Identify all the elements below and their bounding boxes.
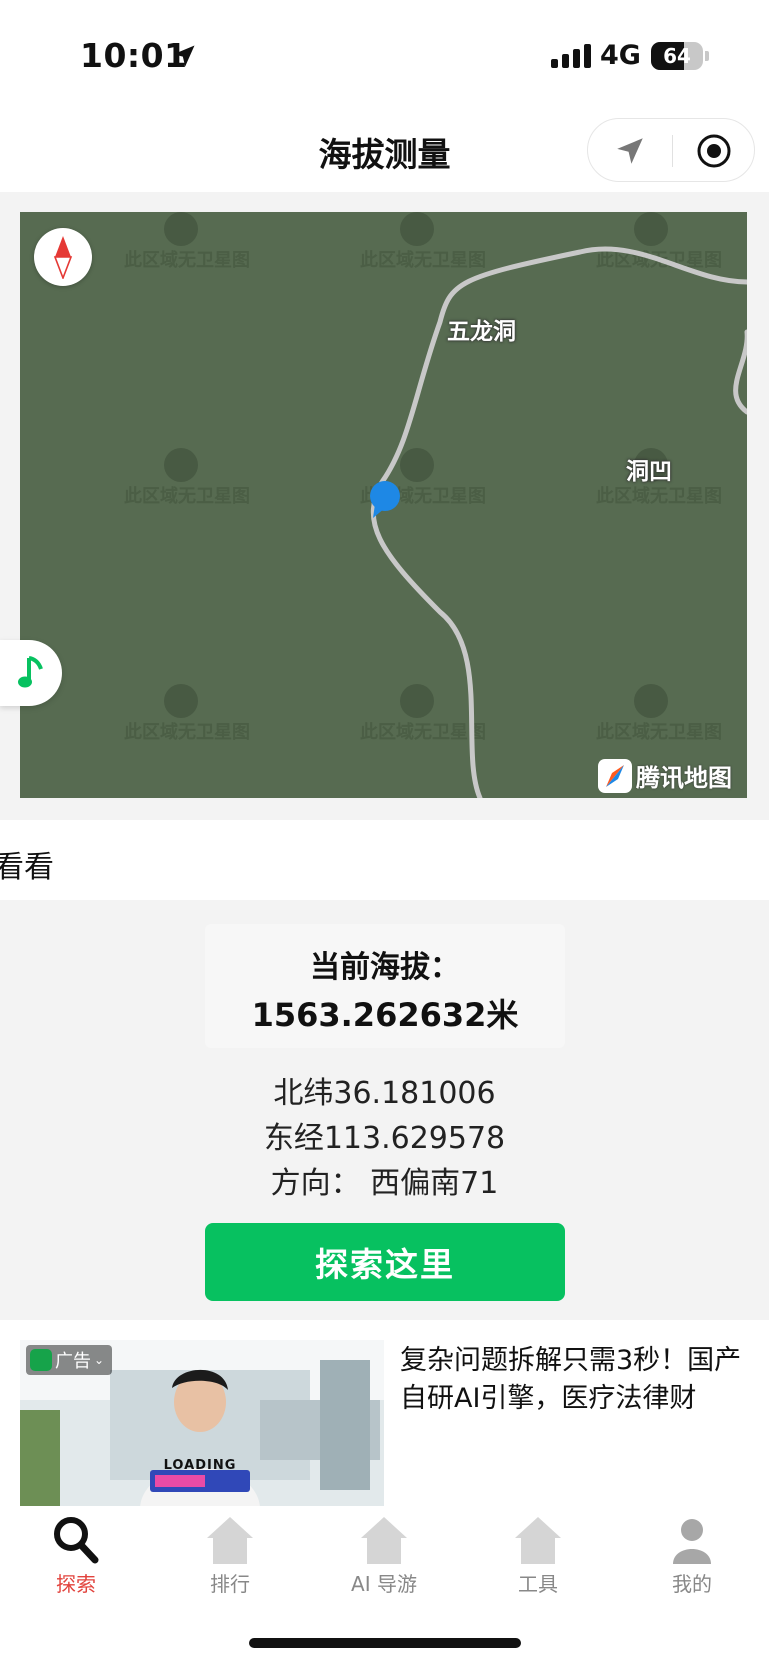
music-note-icon — [18, 656, 43, 688]
home-icon — [515, 1517, 561, 1564]
compass-needle-icon — [53, 236, 73, 279]
ad-image[interactable]: 广告 ⌄ LOADING — [20, 1340, 384, 1507]
network-type: 4G — [600, 40, 641, 71]
status-bar: 10:01 4G 64 — [0, 0, 769, 112]
tab-label: 工具 — [518, 1572, 558, 1596]
tab-profile[interactable]: 我的 — [632, 1514, 752, 1604]
tab-label: 我的 — [672, 1572, 712, 1596]
navigation-arrow-icon — [617, 138, 643, 164]
tab-explore[interactable]: 探索 — [16, 1514, 136, 1604]
tab-label: AI 导游 — [351, 1572, 417, 1596]
tencent-map-icon — [598, 758, 632, 793]
app-screen: 10:01 4G 64 海拔测量 此区域无卫星图 此区域无卫星图 此区域无卫星图… — [0, 0, 769, 1665]
altitude-info-panel: 当前海拔： 1563.262632米 北纬36.181006 东经113.629… — [0, 900, 769, 1320]
home-icon — [207, 1517, 253, 1564]
altitude-label: 当前海拔： — [310, 950, 460, 985]
signal-icon — [551, 44, 591, 68]
location-arrow-icon — [173, 45, 195, 67]
chevron-down-icon: ⌄ — [94, 1353, 105, 1367]
map-view[interactable]: 此区域无卫星图 此区域无卫星图 此区域无卫星图 此区域无卫星图 此区域无卫星图 … — [20, 212, 747, 798]
battery-icon: 64 — [651, 42, 703, 70]
battery-tip — [705, 51, 709, 61]
longitude-text: 东经113.629578 — [263, 1121, 506, 1156]
nav-bar: 海拔测量 — [0, 112, 769, 192]
tab-label: 排行 — [210, 1572, 250, 1596]
latitude-text: 北纬36.181006 — [273, 1076, 496, 1111]
mini-program-capsule — [587, 118, 755, 182]
current-location-marker — [370, 481, 400, 518]
tab-ranking[interactable]: 排行 — [170, 1514, 290, 1604]
tab-tools[interactable]: 工具 — [478, 1514, 598, 1604]
ad-banner[interactable]: 广告 ⌄ LOADING 复杂问题拆解只需3秒！国产自研AI引擎，医疗法律财 — [0, 1320, 769, 1510]
explore-here-button[interactable]: 探索这里 — [205, 1223, 565, 1301]
ad-badge[interactable]: 广告 ⌄ — [26, 1345, 113, 1375]
map-provider-name: 腾讯地图 — [636, 764, 732, 792]
home-icon — [361, 1517, 407, 1564]
search-icon — [54, 1517, 99, 1564]
user-icon — [673, 1519, 711, 1564]
altitude-value: 1563.262632米 — [251, 996, 519, 1034]
tab-ai-guide[interactable]: AI 导游 — [324, 1514, 444, 1604]
compass-button[interactable] — [34, 228, 92, 286]
scrolling-notice-text: 看看 — [0, 850, 54, 885]
ad-logo-icon — [30, 1349, 52, 1371]
ad-image-caption: LOADING — [163, 1458, 237, 1473]
map-provider-logo: 腾讯地图 — [598, 758, 732, 793]
direction-text: 方向： 西偏南71 — [270, 1166, 499, 1201]
home-indicator — [249, 1638, 521, 1648]
close-mini-program-button[interactable] — [672, 119, 756, 183]
tab-label: 探索 — [56, 1572, 96, 1596]
map-label-dongao: 洞凹 — [626, 459, 672, 485]
battery-level: 64 — [663, 44, 691, 68]
scrolling-notice: 看看 — [0, 820, 769, 900]
ad-title[interactable]: 复杂问题拆解只需3秒！国产自研AI引擎，医疗法律财 — [400, 1342, 755, 1418]
altitude-card: 当前海拔： 1563.262632米 — [205, 924, 565, 1048]
target-icon — [697, 134, 731, 168]
map-section: 此区域无卫星图 此区域无卫星图 此区域无卫星图 此区域无卫星图 此区域无卫星图 … — [0, 192, 769, 820]
share-location-button[interactable] — [588, 119, 672, 183]
map-label-wulongdong: 五龙洞 — [447, 319, 516, 345]
ad-badge-label: 广告 — [55, 1351, 91, 1372]
